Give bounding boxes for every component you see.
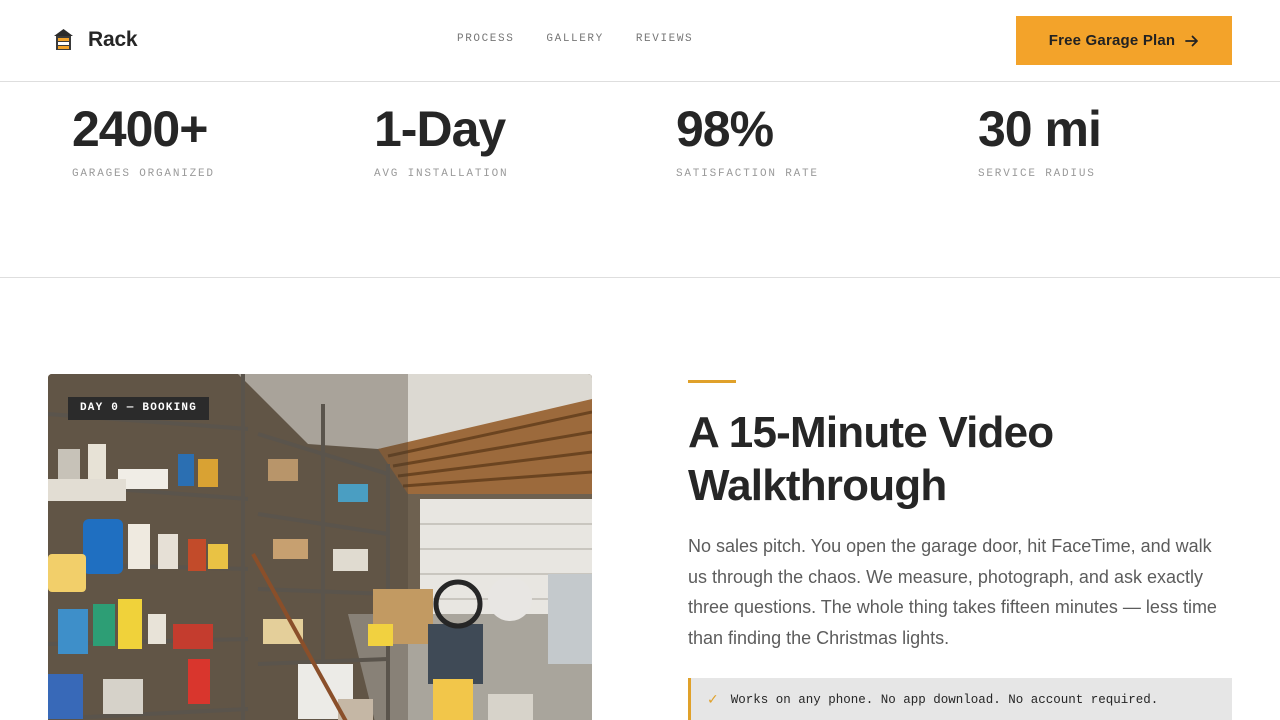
nav-link-gallery[interactable]: GALLERY <box>546 33 603 45</box>
brand-logo[interactable]: Rack <box>53 28 138 52</box>
brand-name: Rack <box>88 28 138 51</box>
main-nav: PROCESS GALLERY REVIEWS <box>457 33 693 45</box>
section-accent-line <box>688 380 736 383</box>
stat-value: 1-Day <box>374 101 506 157</box>
info-callout: ✓ Works on any phone. No app download. N… <box>688 678 1232 720</box>
arrow-right-icon <box>1185 35 1199 46</box>
garage-photo <box>48 374 592 720</box>
image-badge: DAY 0 — BOOKING <box>68 397 210 420</box>
section-title: A 15-Minute Video Walkthrough <box>688 408 1054 510</box>
stat-service-radius: 30 mi SERVICE RADIUS <box>978 100 1102 180</box>
stats-strip: 2400+ GARAGES ORGANIZED 1-Day AVG INSTAL… <box>0 82 1280 278</box>
site-header: Rack PROCESS GALLERY REVIEWS Free Garage… <box>0 0 1280 82</box>
stat-value: 98% <box>676 101 774 157</box>
stat-label: GARAGES ORGANIZED <box>72 168 215 180</box>
stat-label: SATISFACTION RATE <box>676 168 819 180</box>
nav-link-process[interactable]: PROCESS <box>457 33 514 45</box>
house-shelving-logo-icon <box>54 29 73 50</box>
checkmark-icon: ✓ <box>707 692 719 708</box>
stat-label: SERVICE RADIUS <box>978 168 1096 180</box>
stat-installation: 1-Day AVG INSTALLATION <box>374 100 508 180</box>
cta-label: Free Garage Plan <box>1048 32 1176 49</box>
stat-value: 2400+ <box>72 101 208 157</box>
stat-label: AVG INSTALLATION <box>374 168 509 180</box>
callout-text: Works on any phone. No app download. No … <box>730 693 1159 707</box>
nav-link-reviews[interactable]: REVIEWS <box>636 33 693 45</box>
section-body: No sales pitch. You open the garage door… <box>688 536 1217 648</box>
stat-garages: 2400+ GARAGES ORGANIZED <box>72 100 215 180</box>
stat-value: 30 mi <box>978 101 1102 157</box>
free-garage-plan-button[interactable]: Free Garage Plan <box>1016 16 1232 65</box>
stat-satisfaction: 98% SATISFACTION RATE <box>676 100 819 180</box>
